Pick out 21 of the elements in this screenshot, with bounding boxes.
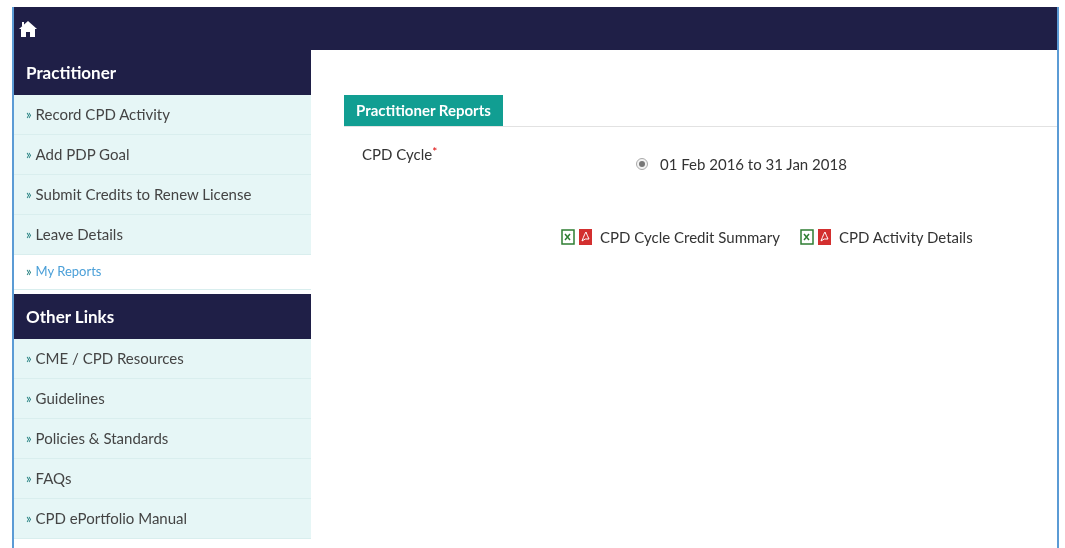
field-label: CPD Cycle* [362,142,439,165]
spreadsheet-icon[interactable] [799,229,814,246]
sidebar-link[interactable]: » CPD ePortfolio Manual [14,499,311,539]
spreadsheet-icon[interactable] [561,229,575,246]
sidebar-link[interactable]: » CME / CPD Resources [14,339,311,379]
sidebar-link[interactable]: » Record CPD Activity [14,95,311,135]
sidebar-link[interactable]: » Add PDP Goal [14,135,311,175]
sidebar-link[interactable]: » Guidelines [14,379,311,419]
report-link[interactable]: CPD Cycle Credit Summary [600,226,780,249]
sidebar-link[interactable]: » Leave Details [14,215,311,255]
sidebar-heading: Practitioner [14,50,311,95]
radio-label: 01 Feb 2016 to 31 Jan 2018 [660,153,847,175]
sidebar-link[interactable]: » FAQs [14,459,311,499]
sidebar-link[interactable]: » Policies & Standards [14,419,311,459]
pdf-icon[interactable] [817,229,831,246]
sidebar-heading: Other Links [14,294,311,339]
report-link[interactable]: CPD Activity Details [838,226,973,249]
radio-button[interactable] [636,157,648,170]
sidebar-link[interactable]: » Submit Credits to Renew License [14,175,311,215]
pdf-icon[interactable] [579,229,592,246]
home-icon[interactable] [18,18,38,39]
